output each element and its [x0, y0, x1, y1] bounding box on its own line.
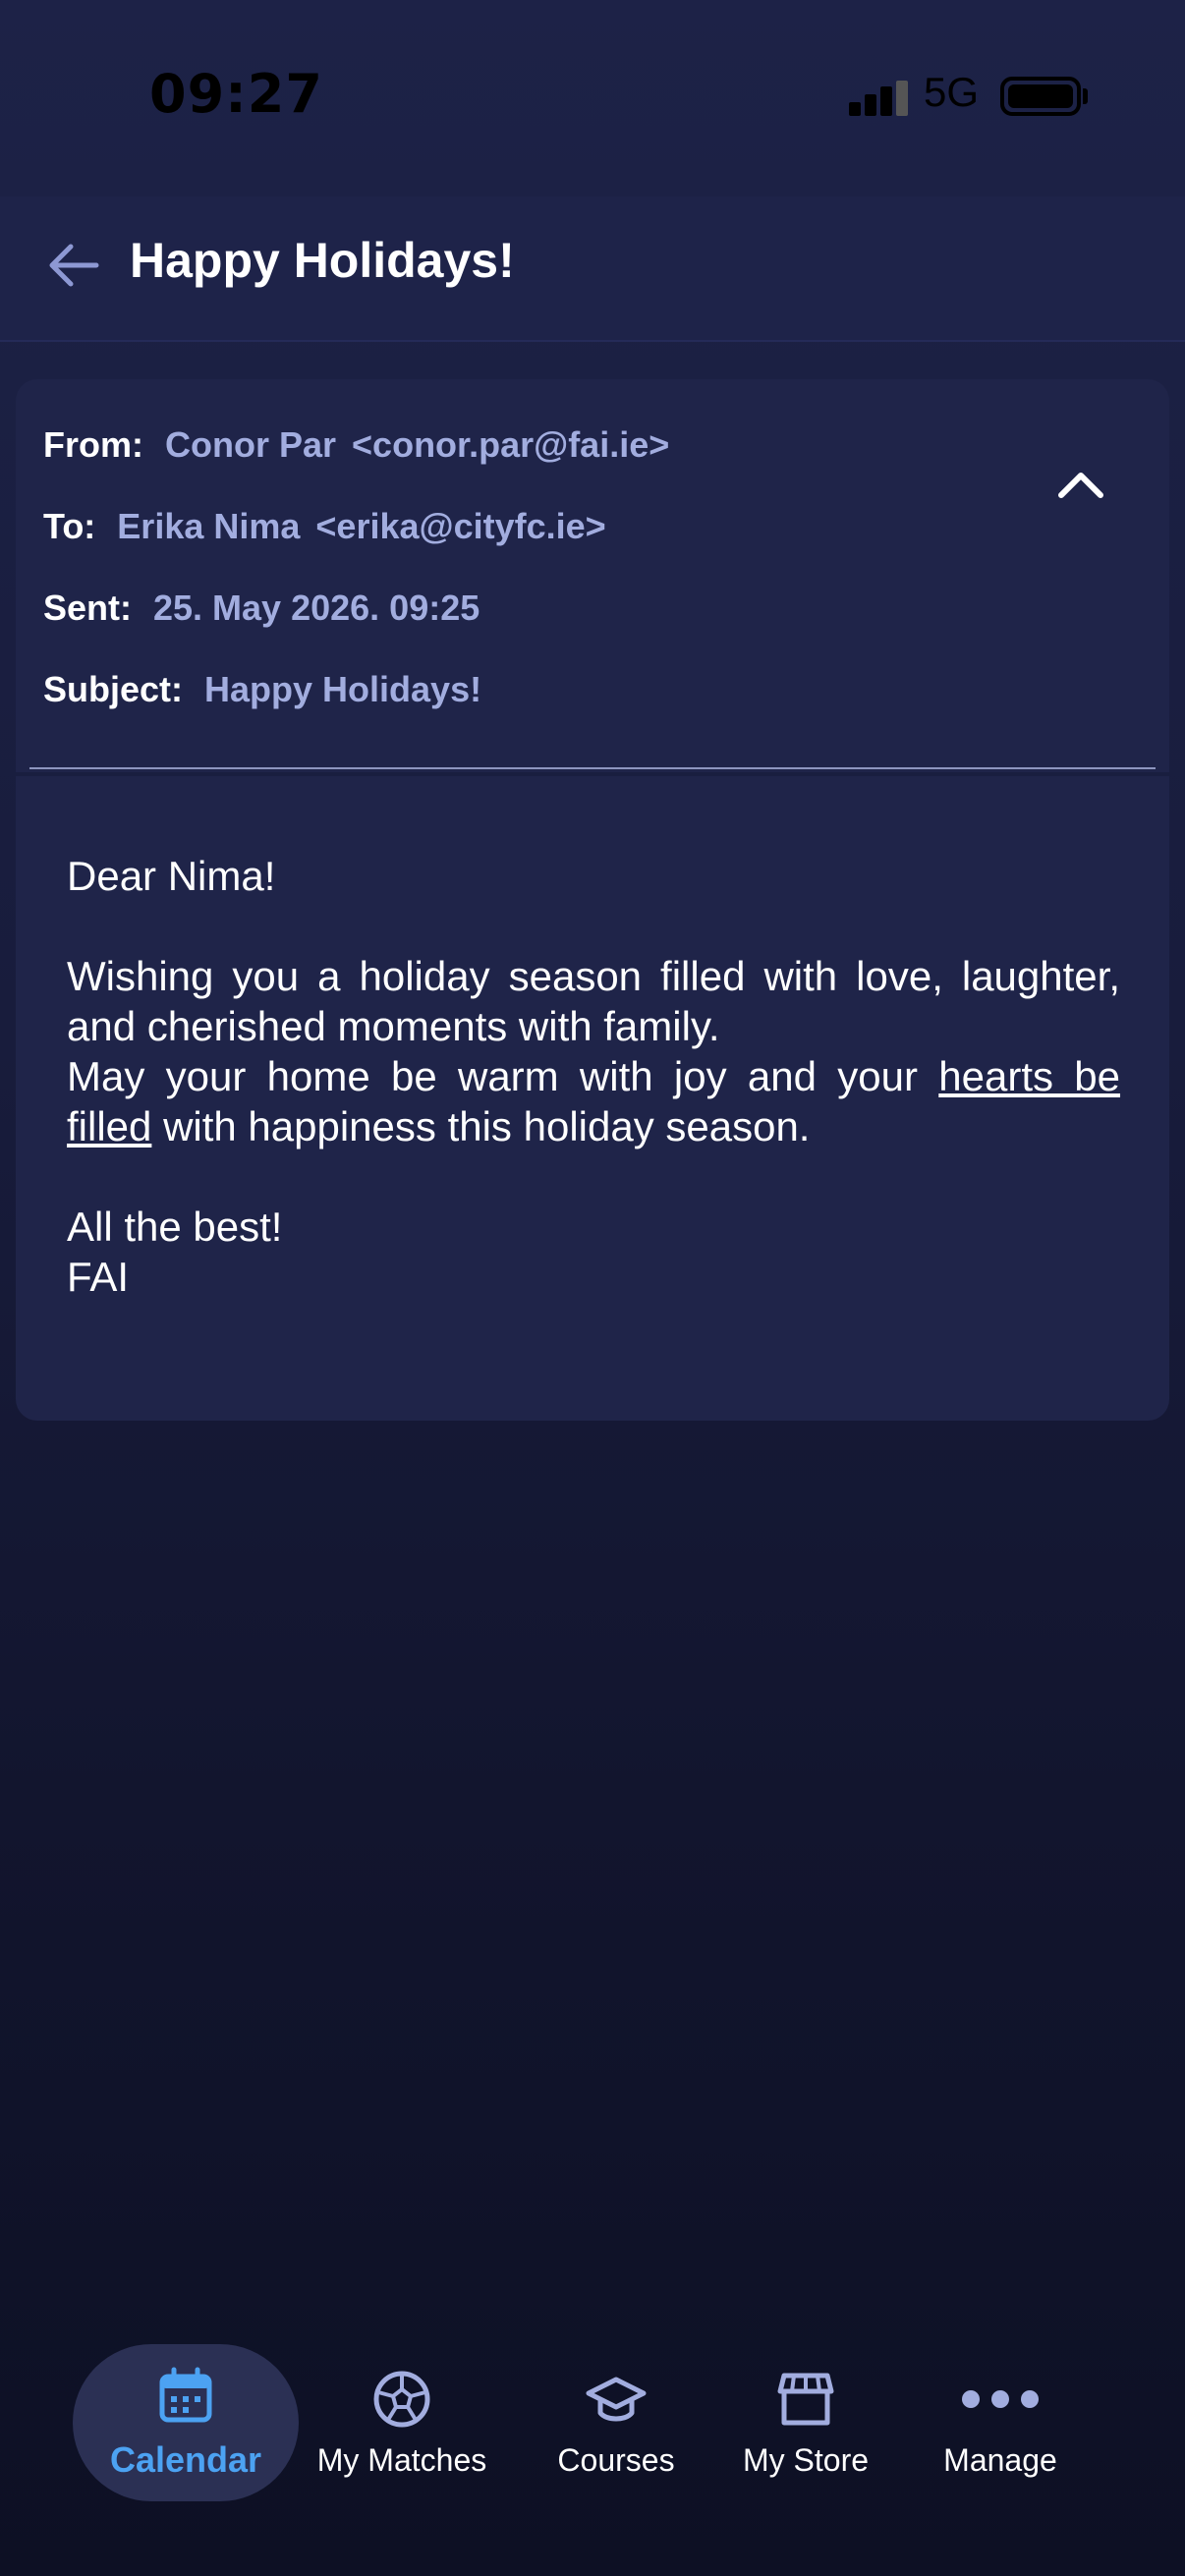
status-time: 09:27: [149, 63, 323, 125]
email-paragraph-1: Wishing you a holiday season filled with…: [67, 953, 1120, 1049]
email-body-card: Dear Nima! Wishing you a holiday season …: [16, 776, 1169, 1421]
to-email[interactable]: <erika@cityfc.ie>: [315, 506, 605, 546]
nav-item-calendar[interactable]: Calendar: [73, 2344, 299, 2501]
email-paragraph-3-text: with happiness this holiday season.: [163, 1103, 811, 1149]
from-label: From:: [43, 424, 143, 465]
nav-item-my-store[interactable]: My Store: [723, 2344, 888, 2501]
email-paragraph-2: May your home be warm with joy and your …: [67, 1051, 1120, 1151]
soccer-ball-icon: [373, 2371, 430, 2427]
back-button[interactable]: [41, 232, 108, 299]
divider: [29, 767, 1156, 769]
chevron-up-icon: [1058, 473, 1103, 498]
arrow-left-icon: [49, 244, 99, 287]
collapse-header-button[interactable]: [1045, 456, 1116, 515]
email-signature: FAI: [67, 1254, 130, 1300]
email-body: Dear Nima! Wishing you a holiday season …: [67, 851, 1120, 1302]
from-row: From: Conor Par <conor.par@fai.ie>: [43, 424, 669, 466]
more-dots-icon: [962, 2389, 1039, 2408]
store-icon: [777, 2373, 834, 2425]
email-paragraph-2-text: May your home be warm with joy and your: [67, 1053, 918, 1099]
nav-item-my-matches[interactable]: My Matches: [307, 2344, 497, 2501]
network-label: 5G: [924, 69, 980, 115]
graduation-cap-icon: [586, 2377, 647, 2421]
app-header: Happy Holidays!: [0, 196, 1185, 342]
status-bar: 09:27 5G: [0, 0, 1185, 196]
nav-label-manage: Manage: [943, 2441, 1057, 2478]
page-title: Happy Holidays!: [130, 233, 515, 288]
nav-label-my-store: My Store: [742, 2441, 870, 2478]
to-label: To:: [43, 506, 96, 546]
nav-item-manage[interactable]: Manage: [926, 2344, 1075, 2501]
signal-icon: [849, 81, 908, 116]
calendar-icon: [159, 2367, 212, 2423]
subject-label: Subject:: [43, 669, 184, 709]
from-name[interactable]: Conor Par: [165, 424, 336, 465]
nav-item-courses[interactable]: Courses: [531, 2344, 702, 2501]
subject-row: Subject: Happy Holidays!: [43, 669, 481, 710]
nav-label-courses: Courses: [557, 2441, 675, 2478]
from-email[interactable]: <conor.par@fai.ie>: [352, 424, 669, 465]
sent-value: 25. May 2026. 09:25: [153, 588, 480, 628]
sent-row: Sent: 25. May 2026. 09:25: [43, 588, 480, 629]
to-row: To: Erika Nima <erika@cityfc.ie>: [43, 506, 606, 547]
sent-label: Sent:: [43, 588, 132, 628]
nav-label-my-matches: My Matches: [316, 2441, 487, 2478]
email-greeting: Dear Nima!: [67, 853, 276, 899]
to-name[interactable]: Erika Nima: [117, 506, 300, 546]
subject-value: Happy Holidays!: [204, 669, 482, 709]
email-closing: All the best!: [67, 1204, 283, 1250]
bottom-nav: Calendar My Matches Courses My Store Man…: [0, 2319, 1185, 2576]
battery-tip: [1083, 88, 1088, 104]
nav-label-calendar: Calendar: [109, 2439, 262, 2480]
battery-icon: [1000, 77, 1081, 116]
